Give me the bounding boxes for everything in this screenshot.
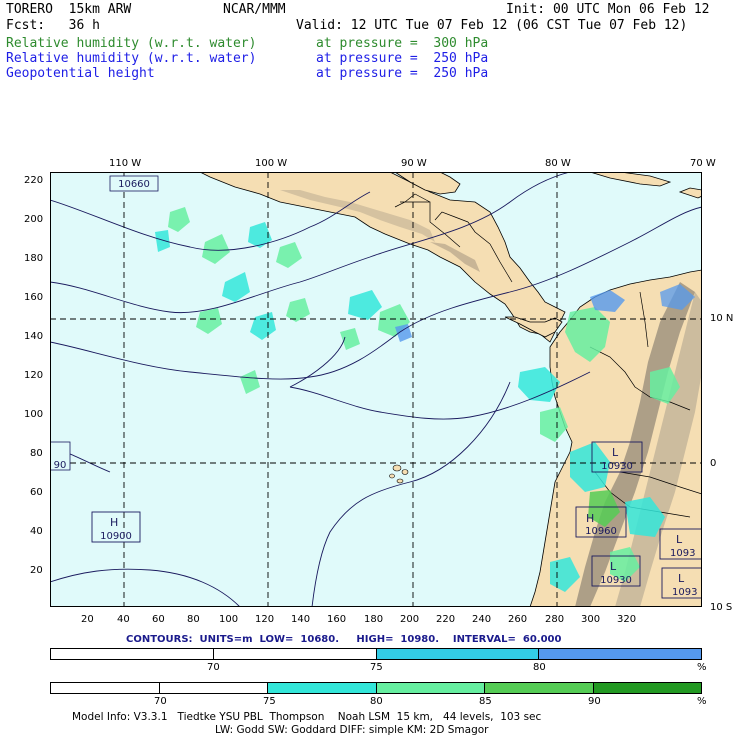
- forecast-hour: Fcst: 36 h: [6, 18, 100, 33]
- marker-type: H: [586, 512, 594, 525]
- lon-label-80w: 80 W: [545, 158, 571, 169]
- marker-type: L: [612, 446, 619, 459]
- field-name-3: Geopotential height: [6, 66, 155, 81]
- model-title: TORERO 15km ARW: [6, 2, 132, 17]
- x-tick-label: 100: [219, 614, 239, 625]
- lon-label-110w: 110 W: [109, 158, 142, 169]
- valid-time: Valid: 12 UTC Tue 07 Feb 12 (06 CST Tue …: [296, 18, 688, 33]
- model-physics: LW: Godd SW: Goddard DIFF: simple KM: 2D…: [215, 724, 489, 736]
- marker-value: 10900: [100, 531, 132, 542]
- marker-value: 1093: [670, 548, 695, 559]
- y-tick-label: 60: [30, 487, 43, 498]
- colorbar1-label: 70: [207, 662, 220, 673]
- colorbar-segment: [213, 649, 377, 659]
- lat-label-10s: 10 S: [710, 602, 733, 613]
- field-name-2: Relative humidity (w.r.t. water): [6, 51, 257, 66]
- colorbar-segment: [376, 649, 540, 659]
- marker-type: L: [678, 572, 685, 585]
- x-tick-label: 60: [152, 614, 165, 625]
- field-level-3: at pressure = 250 hPa: [316, 66, 489, 81]
- y-tick-label: 180: [24, 253, 44, 264]
- x-tick-label: 280: [545, 614, 565, 625]
- y-tick-label: 140: [24, 331, 44, 342]
- y-tick-label: 40: [30, 526, 43, 537]
- colorbar-segment: [485, 683, 594, 693]
- colorbar-segment: [593, 683, 701, 693]
- x-tick-label: 200: [400, 614, 420, 625]
- marker-value: 10930: [601, 461, 633, 472]
- contours-info: CONTOURS: UNITS=m LOW= 10680. HIGH= 1098…: [126, 634, 562, 645]
- lon-label-90w: 90 W: [401, 158, 427, 169]
- field-level-1: at pressure = 300 hPa: [316, 36, 489, 51]
- x-tick-label: 240: [472, 614, 492, 625]
- lat-label-10n: 10 N: [710, 313, 734, 324]
- contour-label-text: 10660: [118, 179, 150, 190]
- colorbar1-label: 75: [370, 662, 383, 673]
- marker-value: 1093: [672, 587, 697, 598]
- x-tick-label: 140: [291, 614, 311, 625]
- colorbar-segment: [51, 649, 214, 659]
- contour-label-text: 90: [54, 460, 67, 471]
- colorbar2-label: %: [697, 696, 707, 707]
- colorbar1-label: 80: [533, 662, 546, 673]
- contour-label-10660: 10660: [109, 175, 159, 192]
- init-time: Init: 00 UTC Mon 06 Feb 12: [506, 2, 710, 17]
- colorbar-rh-300: [50, 682, 702, 694]
- y-tick-label: 20: [30, 565, 43, 576]
- marker-type: L: [610, 560, 617, 573]
- x-tick-label: 220: [436, 614, 456, 625]
- lon-label-70w: 70 W: [690, 158, 716, 169]
- weather-map: 10660 90 L 10930 H 10960 L 10930 H 10900…: [50, 172, 702, 607]
- y-tick-label: 100: [24, 409, 44, 420]
- colorbar-segment: [51, 683, 160, 693]
- field-level-2: at pressure = 250 hPa: [316, 51, 489, 66]
- x-tick-label: 260: [508, 614, 528, 625]
- y-tick-label: 80: [30, 448, 43, 459]
- field-name-1: Relative humidity (w.r.t. water): [6, 36, 257, 51]
- model-info: Model Info: V3.3.1 Tiedtke YSU PBL Thomp…: [72, 711, 542, 723]
- marker-value: 10930: [600, 575, 632, 586]
- x-tick-label: 80: [187, 614, 200, 625]
- y-tick-label: 120: [24, 370, 44, 381]
- center-label: NCAR/MMM: [223, 2, 286, 17]
- marker-type: H: [110, 516, 118, 529]
- x-tick-label: 320: [617, 614, 637, 625]
- colorbar-rh-250: [50, 648, 702, 660]
- x-tick-label: 160: [327, 614, 347, 625]
- colorbar1-label: %: [697, 662, 707, 673]
- x-tick-label: 40: [117, 614, 130, 625]
- y-tick-label: 220: [24, 175, 44, 186]
- x-tick-label: 180: [364, 614, 384, 625]
- colorbar-segment: [159, 683, 268, 693]
- lat-label-0: 0: [710, 458, 717, 469]
- x-tick-label: 300: [581, 614, 601, 625]
- colorbar2-label: 90: [588, 696, 601, 707]
- colorbar-segment: [376, 683, 485, 693]
- colorbar2-label: 80: [370, 696, 383, 707]
- colorbar2-label: 85: [479, 696, 492, 707]
- x-tick-label: 120: [255, 614, 275, 625]
- y-tick-label: 200: [24, 214, 44, 225]
- marker-type: L: [676, 533, 683, 546]
- x-tick-label: 20: [81, 614, 94, 625]
- colorbar-segment: [268, 683, 377, 693]
- colorbar2-label: 70: [154, 696, 167, 707]
- lon-label-100w: 100 W: [255, 158, 288, 169]
- colorbar-segment: [539, 649, 701, 659]
- colorbar2-label: 75: [263, 696, 276, 707]
- y-tick-label: 160: [24, 292, 44, 303]
- marker-value: 10960: [585, 526, 617, 537]
- contour-label-90: 90: [50, 441, 71, 471]
